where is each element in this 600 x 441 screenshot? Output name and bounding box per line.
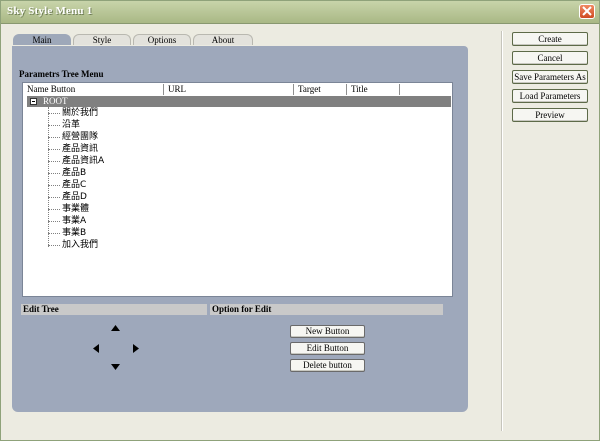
save-parameters-as-button[interactable]: Save Parameters As [512,70,588,84]
arrow-down-icon[interactable] [111,364,120,370]
create-button[interactable]: Create [512,32,588,46]
edit-tree-header: Edit Tree [21,304,207,315]
delete-button-button[interactable]: Delete button [290,359,365,372]
column-header-name-button[interactable]: Name Button [23,84,164,95]
main-panel: Parametrs Tree Menu Name Button URL Targ… [12,46,468,412]
new-button-button[interactable]: New Button [290,325,365,338]
arrow-left-icon[interactable] [93,344,99,353]
arrow-right-icon[interactable] [133,344,139,353]
window-title: Sky Style Menu 1 [7,5,93,17]
cancel-button[interactable]: Cancel [512,51,588,65]
preview-button[interactable]: Preview [512,108,588,122]
vertical-divider [501,31,503,431]
app-window: Sky Style Menu 1 Main Style Options Abou… [0,0,600,441]
column-header-url[interactable]: URL [164,84,294,95]
tree-root-label: ROOT [43,96,68,106]
collapse-icon[interactable] [30,98,37,105]
title-bar[interactable]: Sky Style Menu 1 [1,1,599,24]
tree-view[interactable]: Name Button URL Target Title ROOT 關於我們 沿… [22,82,453,297]
close-icon [582,6,592,16]
column-header-title[interactable]: Title [347,84,400,95]
tab-options[interactable]: Options [133,34,191,45]
option-for-edit-header: Option for Edit [210,304,443,315]
tree-root-row[interactable]: ROOT [27,96,451,107]
arrow-up-icon[interactable] [111,325,120,331]
tab-main[interactable]: Main [13,34,71,45]
load-parameters-button[interactable]: Load Parameters [512,89,588,103]
edit-button-button[interactable]: Edit Button [290,342,365,355]
close-button[interactable] [579,4,595,19]
tab-style[interactable]: Style [73,34,131,45]
column-header-target[interactable]: Target [294,84,347,95]
tab-about[interactable]: About [193,34,253,45]
tree-menu-title: Parametrs Tree Menu [19,69,104,79]
tree-connector-line [48,107,49,247]
